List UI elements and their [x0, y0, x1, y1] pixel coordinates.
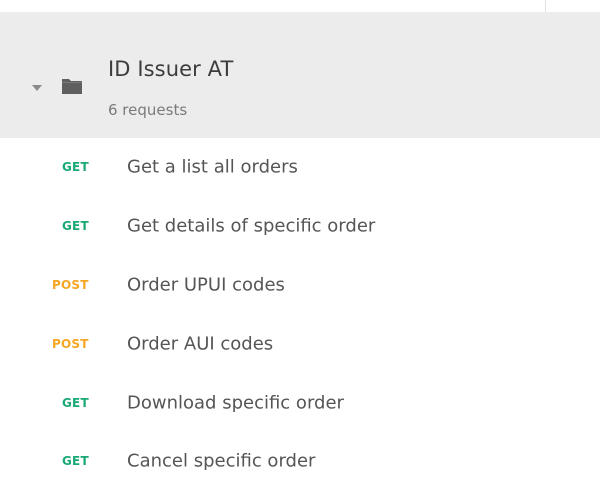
request-item[interactable]: POST Order UPUI codes	[0, 256, 600, 315]
top-strip	[0, 0, 600, 12]
request-label: Get a list all orders	[127, 156, 298, 178]
request-label: Order AUI codes	[127, 333, 274, 355]
request-item[interactable]: POST Order AUI codes	[0, 314, 600, 373]
request-label: Order UPUI codes	[127, 274, 285, 296]
collection-header[interactable]: ID Issuer AT 6 requests	[0, 12, 600, 138]
method-badge: GET	[62, 160, 89, 175]
request-item[interactable]: GET Download specific order	[0, 373, 600, 432]
method-badge: POST	[52, 336, 89, 351]
folder-icon	[62, 79, 82, 94]
collection-request-count: 6 requests	[108, 101, 188, 119]
collections-panel: ID Issuer AT 6 requests GET Get a list a…	[0, 0, 600, 491]
request-item[interactable]: GET Get details of specific order	[0, 197, 600, 256]
divider	[545, 0, 546, 12]
request-item[interactable]: GET Get a list all orders	[0, 138, 600, 197]
request-list: GET Get a list all orders GET Get detail…	[0, 138, 600, 491]
method-badge: GET	[62, 395, 89, 410]
method-badge: GET	[62, 454, 89, 469]
collection-name: ID Issuer AT	[108, 57, 234, 81]
method-badge: GET	[62, 219, 89, 234]
request-label: Get details of specific order	[127, 215, 376, 237]
caret-down-icon[interactable]	[32, 85, 42, 91]
request-item[interactable]: GET Cancel specific order	[0, 432, 600, 491]
method-badge: POST	[52, 277, 89, 292]
request-label: Download specific order	[127, 392, 344, 414]
request-label: Cancel specific order	[127, 450, 316, 472]
